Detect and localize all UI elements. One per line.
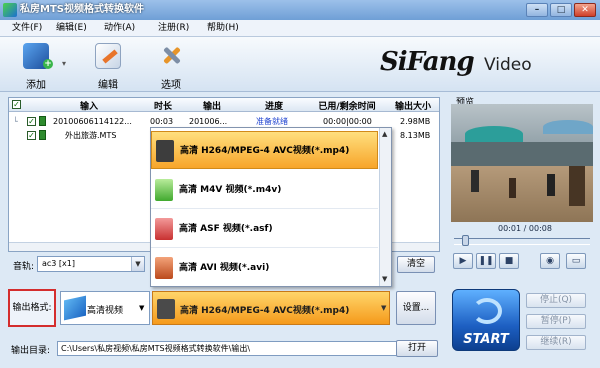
edit-pencil-icon [95,43,121,69]
format-option-label: 高清 AVI 视频(*.avi) [179,263,270,273]
menu-file[interactable]: 文件(F) [12,20,42,37]
select-all-checkbox[interactable]: ✓ [12,100,21,109]
format-select[interactable]: 高清 H264/MPEG-4 AVC视频(*.mp4) ▼ [152,291,390,325]
chevron-down-icon[interactable]: ▼ [382,275,387,283]
edit-button[interactable]: 编辑 [83,39,133,91]
edit-button-label: 编辑 [98,80,118,91]
row-checkbox[interactable]: ✓ [27,117,36,126]
continue-convert-button[interactable]: 继续(R) [526,335,586,350]
file-list-header: ✓ 输入 时长 输出 进度 已用/剩余时间 输出大小 [9,98,439,112]
column-input[interactable]: 输入 [49,99,129,112]
plus-icon: + [43,59,53,69]
output-dir-label: 输出目录: [11,346,51,356]
menu-edit[interactable]: 编辑(E) [56,20,87,37]
audio-track-label: 音轨: [13,262,35,272]
format-option-mp4[interactable]: 高清 H264/MPEG-4 AVC视频(*.mp4) [151,131,378,169]
m4v-icon [155,179,173,201]
seek-handle[interactable] [462,235,469,246]
format-dropdown-list[interactable]: 高清 H264/MPEG-4 AVC视频(*.mp4) 高清 M4V 视频(*.… [150,127,392,287]
window-title: 私房MTS视频格式转换软件 [20,4,144,15]
format-option-asf[interactable]: 高清 ASF 视频(*.asf) [151,210,378,248]
output-dir-row: 输出目录: C:\Users\私房视频\私房MTS视频格式转换软件\输出\ 打开 [8,340,440,358]
options-button-label: 选项 [161,80,181,91]
start-button[interactable]: START [452,289,520,351]
add-button-label: 添加 [26,80,46,91]
video-time: 00:01 / 00:08 [498,224,552,233]
title-bar: 私房MTS视频格式转换软件 – □ ✕ [0,0,600,20]
snapshot-button[interactable]: ◉ [540,253,560,269]
column-duration[interactable]: 时长 [143,99,183,112]
add-dropdown-arrow-icon[interactable]: ▾ [62,59,66,68]
column-progress[interactable]: 进度 [243,99,305,112]
logo-suffix: Video [484,55,532,75]
refresh-arrows-icon [472,298,502,324]
menu-action[interactable]: 动作(A) [104,20,135,37]
open-button[interactable]: 打开 [396,340,438,357]
audio-track-value: ac3 [x1] [42,259,75,268]
chevron-down-icon: ▼ [381,304,387,312]
format-select-value: 高清 H264/MPEG-4 AVC视频(*.mp4) [180,306,350,316]
start-label: START [463,332,509,347]
minimize-button[interactable]: – [526,3,548,17]
asf-icon [155,218,173,240]
menu-register[interactable]: 注册(R) [158,20,189,37]
video-file-icon [39,116,46,126]
audio-track-select[interactable]: ac3 [x1] ▼ [37,256,145,272]
stop-button[interactable]: ■ [499,253,519,269]
app-window: 私房MTS视频格式转换软件 – □ ✕ 文件(F) 编辑(E) 动作(A) 注册… [0,0,600,368]
maximize-button[interactable]: □ [550,3,572,17]
format-category-value: 高清视频 [87,306,124,316]
avi-icon [155,257,173,279]
output-format-label: 输出格式: [8,289,56,327]
output-dir-value: C:\Users\私房视频\私房MTS视频格式转换软件\输出\ [61,344,251,353]
row-size: 8.13MB [400,131,431,140]
row-input: 20100606114122... [53,117,132,126]
format-option-label: 高清 ASF 视频(*.asf) [179,224,273,234]
video-file-icon [39,130,46,140]
add-button[interactable]: + 添加 [11,39,61,91]
pause-convert-button[interactable]: 暂停(P) [526,314,586,329]
format-option-m4v[interactable]: 高清 M4V 视频(*.m4v) [151,171,378,209]
format-option-label: 高清 M4V 视频(*.m4v) [179,185,282,195]
row-checkbox[interactable]: ✓ [27,131,36,140]
logo-brand: SiFang [380,47,475,77]
close-button[interactable]: ✕ [574,3,596,17]
column-time[interactable]: 已用/剩余时间 [307,99,387,112]
seek-bar[interactable] [454,238,590,245]
dropdown-scrollbar[interactable]: ▲ ▼ [379,128,391,286]
clear-button[interactable]: 清空 [397,256,435,273]
mp4-icon [157,299,175,319]
column-size[interactable]: 输出大小 [389,99,437,112]
mp4-icon [156,140,174,162]
row-input: 外出旅游.MTS [65,131,117,140]
fullscreen-button[interactable]: ▭ [566,253,586,269]
row-size: 2.98MB [400,117,431,126]
chevron-up-icon[interactable]: ▲ [382,130,387,138]
toolbar: + 添加 ▾ 编辑 选项 SiFang Video [0,37,600,92]
options-button[interactable]: 选项 [146,39,196,91]
stop-convert-button[interactable]: 停止(Q) [526,293,586,308]
format-category-select[interactable]: 高清视频 ▼ [60,291,150,325]
sifang-logo: SiFang Video [380,47,540,81]
pause-button[interactable]: ❚❚ [476,253,496,269]
settings-button[interactable]: 设置... [396,291,436,325]
column-output[interactable]: 输出 [187,99,237,112]
chevron-down-icon: ▼ [139,304,145,312]
play-button[interactable]: ▶ [453,253,473,269]
menu-help[interactable]: 帮助(H) [207,20,239,37]
menu-bar: 文件(F) 编辑(E) 动作(A) 注册(R) 帮助(H) [0,20,600,37]
format-option-label: 高清 H264/MPEG-4 AVC视频(*.mp4) [180,146,350,156]
format-option-avi[interactable]: 高清 AVI 视频(*.avi) [151,249,378,286]
output-dir-input[interactable]: C:\Users\私房视频\私房MTS视频格式转换软件\输出\ [57,341,397,356]
chevron-down-icon: ▼ [131,257,144,271]
app-icon [3,3,17,17]
video-preview [451,104,593,222]
tools-icon [158,43,184,69]
film-strip-icon [64,295,86,321]
